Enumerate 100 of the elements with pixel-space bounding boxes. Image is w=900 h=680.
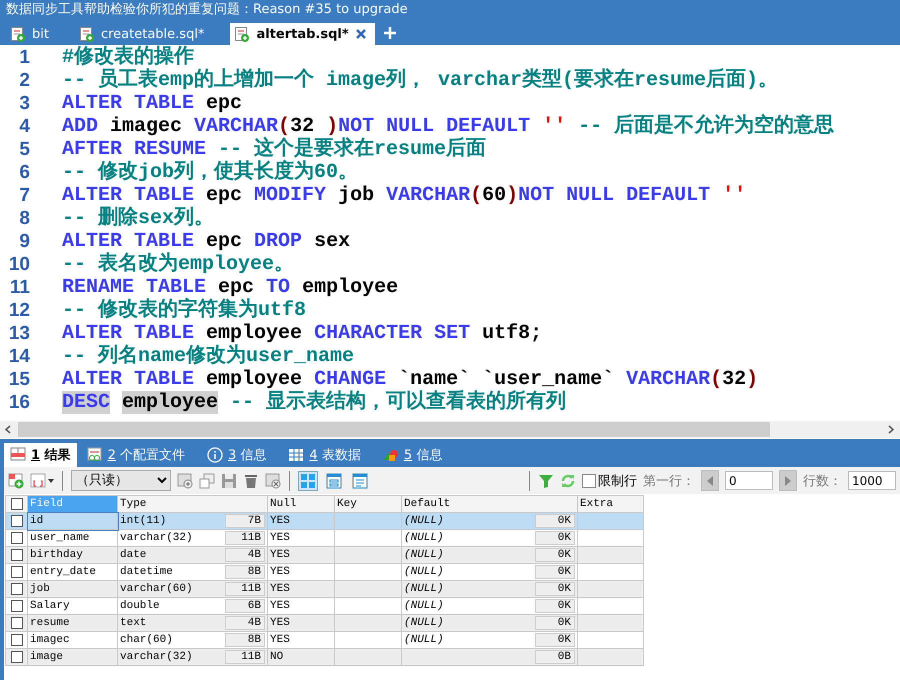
close-icon[interactable] bbox=[354, 28, 367, 40]
row-checkbox[interactable] bbox=[10, 549, 22, 561]
line-number: 13 bbox=[8, 322, 30, 345]
line-number: 7 bbox=[18, 184, 30, 207]
size-field: 8B bbox=[225, 565, 265, 579]
code-line: ALTER TABLE epc DROP sex bbox=[62, 230, 350, 253]
table-row[interactable]: id int(11) 7B YES (NULL) 0K bbox=[6, 512, 644, 530]
code-line: #修改表的操作 bbox=[62, 46, 194, 69]
limit-rows-checkbox[interactable] bbox=[582, 474, 596, 488]
table-cell: resume bbox=[28, 614, 118, 632]
column-header[interactable]: Null bbox=[268, 496, 334, 512]
row-checkbox[interactable] bbox=[10, 532, 22, 544]
column-header[interactable]: Default bbox=[402, 496, 578, 512]
line-number: 1 bbox=[18, 46, 30, 69]
size-field: 0K bbox=[535, 531, 575, 545]
result-tab[interactable]: 4 表数据 bbox=[282, 443, 367, 467]
delete-icon[interactable] bbox=[243, 472, 259, 488]
table-cell: (NULL) bbox=[404, 566, 444, 578]
select-all-checkbox[interactable] bbox=[10, 498, 22, 510]
table-cell: (NULL) bbox=[404, 634, 444, 646]
size-field: 0B bbox=[535, 650, 575, 664]
size-field: 8B bbox=[225, 633, 265, 647]
result-tab[interactable]: 2 个配置文件 bbox=[80, 443, 191, 467]
row-checkbox[interactable] bbox=[10, 634, 22, 646]
shapes-icon bbox=[382, 447, 399, 463]
table-cell: varchar(32) bbox=[120, 532, 193, 544]
size-field: 0K bbox=[535, 514, 575, 528]
code-line: ALTER TABLE employee CHARACTER SET utf8; bbox=[62, 322, 542, 345]
result-tab[interactable]: 1 结果 bbox=[4, 443, 77, 467]
copy-icon[interactable] bbox=[199, 472, 215, 488]
table-cell: text bbox=[120, 617, 146, 629]
form-view-icon[interactable] bbox=[324, 470, 344, 490]
size-field: 7B bbox=[225, 514, 265, 528]
size-field: 0K bbox=[535, 565, 575, 579]
table-cell: (NULL) bbox=[404, 515, 444, 527]
size-field: 0K bbox=[535, 616, 575, 630]
code-line: ADD imagec VARCHAR(32 )NOT NULL DEFAULT '' -- 后面是不允许为空的意思 bbox=[62, 115, 834, 138]
editor-tab[interactable]: altertab.sql* bbox=[230, 23, 375, 45]
row-checkbox[interactable] bbox=[10, 617, 22, 629]
code-line: ALTER TABLE epc bbox=[62, 92, 242, 115]
first-row-field[interactable]: 0 bbox=[725, 471, 773, 490]
line-number: 10 bbox=[8, 253, 30, 276]
line-number: 14 bbox=[8, 345, 30, 368]
size-field: 6B bbox=[225, 599, 265, 613]
add-column-icon[interactable] bbox=[177, 472, 193, 488]
table-cell: char(60) bbox=[120, 634, 173, 646]
line-number: 8 bbox=[18, 207, 30, 230]
column-header[interactable]: Extra bbox=[578, 496, 644, 512]
add-tab-icon[interactable] bbox=[382, 26, 397, 40]
row-checkbox[interactable] bbox=[10, 651, 22, 663]
size-field: 0K bbox=[535, 582, 575, 596]
line-number: 2 bbox=[18, 69, 30, 92]
row-checkbox[interactable] bbox=[10, 566, 22, 578]
add-row-icon[interactable] bbox=[8, 472, 24, 488]
table-row[interactable]: image varchar(32) 11B NO 0B bbox=[6, 648, 644, 666]
text-view-icon[interactable] bbox=[350, 470, 370, 490]
line-number: 6 bbox=[18, 161, 30, 184]
size-field: 11B bbox=[225, 650, 265, 664]
code-line: DESC employee -- 显示表结构，可以查看表的所有列 bbox=[62, 391, 566, 414]
row-checkbox[interactable] bbox=[10, 600, 22, 612]
limit-rows-label: 限制行 bbox=[598, 472, 637, 490]
profile-icon bbox=[86, 447, 103, 463]
column-header[interactable]: Type bbox=[118, 496, 268, 512]
grid-dropdown-icon[interactable] bbox=[30, 472, 54, 488]
result-tab[interactable]: 5 信息 bbox=[376, 443, 448, 467]
save-icon[interactable] bbox=[221, 472, 237, 488]
table-cell: job bbox=[28, 580, 118, 598]
table-row[interactable]: birthday date 4B YES (NULL) 0K bbox=[6, 546, 644, 564]
table-cell: YES bbox=[268, 614, 334, 632]
table-icon bbox=[288, 447, 304, 463]
line-number: 5 bbox=[18, 138, 30, 161]
code-line: -- 修改表的字符集为utf8 bbox=[62, 299, 306, 322]
table-cell: varchar(32) bbox=[120, 651, 193, 663]
line-number: 15 bbox=[8, 368, 30, 391]
table-cell: birthday bbox=[28, 546, 118, 564]
table-cell: int(11) bbox=[120, 515, 166, 527]
row-checkbox[interactable] bbox=[10, 583, 22, 595]
code-line: -- 删除sex列。 bbox=[62, 207, 214, 230]
result-tab[interactable]: 3 信息 bbox=[201, 443, 272, 467]
row-checkbox[interactable] bbox=[10, 515, 22, 527]
size-field: 11B bbox=[225, 531, 265, 545]
row-count-field[interactable]: 1000 bbox=[848, 471, 896, 490]
code-line: -- 修改job列，使其长度为60。 bbox=[62, 161, 358, 184]
table-row[interactable]: job varchar(60) 11B YES (NULL) 0K bbox=[6, 580, 644, 598]
table-cell: image bbox=[28, 648, 118, 666]
row-count-label: 行数： bbox=[803, 472, 842, 490]
remove-column-icon[interactable] bbox=[265, 472, 281, 488]
editor-tab[interactable]: bit bbox=[6, 23, 57, 45]
table-cell: YES bbox=[268, 512, 334, 530]
editor-tab[interactable]: createtable.sql* bbox=[74, 23, 212, 45]
table-cell: date bbox=[120, 549, 146, 561]
code-line: ALTER TABLE employee CHANGE `name` `user_name` VARCHAR(32) bbox=[62, 368, 758, 391]
code-line: ALTER TABLE epc MODIFY job VARCHAR(60)NOT NULL DEFAULT '' bbox=[62, 184, 746, 207]
size-field: 0K bbox=[535, 548, 575, 562]
column-header[interactable]: Key bbox=[334, 496, 402, 512]
table-cell: id bbox=[28, 512, 118, 530]
line-number: 12 bbox=[8, 299, 30, 322]
mode-select[interactable]: （只读） bbox=[71, 470, 171, 491]
table-row[interactable]: resume text 4B YES (NULL) 0K bbox=[6, 614, 644, 632]
sql-file-icon bbox=[234, 26, 250, 42]
